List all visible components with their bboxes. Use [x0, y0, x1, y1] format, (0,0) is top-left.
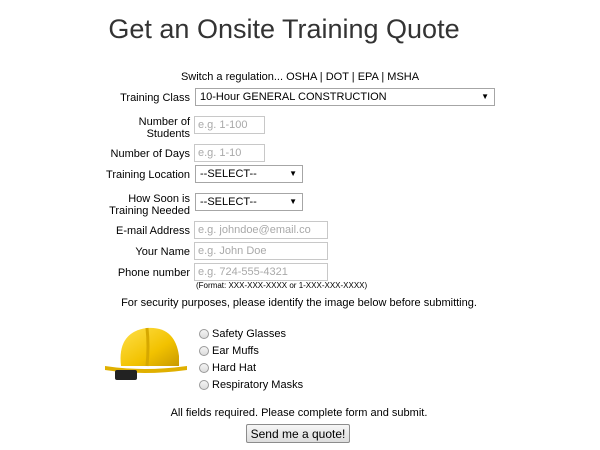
option-hard-hat[interactable]: Hard Hat — [199, 362, 256, 374]
training-class-label: Training Class — [120, 92, 190, 104]
how-soon-select[interactable]: --SELECT-- ▼ — [195, 193, 303, 211]
email-label: E-mail Address — [116, 225, 190, 237]
separator: | — [319, 71, 323, 83]
separator: | — [351, 71, 355, 83]
dropdown-arrow-icon: ▼ — [481, 92, 489, 101]
option-safety-glasses[interactable]: Safety Glasses — [199, 328, 286, 340]
radio-button[interactable] — [199, 380, 209, 390]
location-label: Training Location — [106, 169, 190, 181]
page-title: Get an Onsite Training Quote — [108, 14, 460, 44]
phone-label: Phone number — [117, 267, 190, 279]
link-dot[interactable]: DOT — [326, 71, 349, 83]
how-soon-label: How Soon is Training Needed — [109, 193, 190, 217]
name-label: Your Name — [135, 246, 190, 258]
dropdown-arrow-icon: ▼ — [289, 197, 297, 206]
hard-hat-icon — [105, 327, 187, 380]
radio-button[interactable] — [199, 363, 209, 373]
location-value: --SELECT-- — [200, 168, 257, 180]
switch-prefix: Switch a regulation... — [180, 71, 284, 83]
separator: | — [381, 71, 385, 83]
num-students-input[interactable] — [194, 116, 265, 134]
training-class-select[interactable]: 10-Hour GENERAL CONSTRUCTION ▼ — [195, 88, 495, 106]
link-osha[interactable]: OSHA — [286, 71, 317, 83]
phone-format-hint: (Format: XXX-XXX-XXXX or 1-XXX-XXX-XXXX) — [196, 281, 368, 290]
location-select[interactable]: --SELECT-- ▼ — [195, 165, 303, 183]
option-ear-muffs[interactable]: Ear Muffs — [199, 345, 259, 357]
regulation-switcher: Switch a regulation... OSHA | DOT | EPA … — [0, 71, 600, 83]
phone-field[interactable] — [194, 263, 328, 281]
link-msha[interactable]: MSHA — [387, 71, 419, 83]
training-class-value: 10-Hour GENERAL CONSTRUCTION — [200, 91, 387, 103]
option-respiratory-masks[interactable]: Respiratory Masks — [199, 379, 303, 391]
num-days-input[interactable] — [194, 144, 265, 162]
how-soon-value: --SELECT-- — [200, 196, 257, 208]
radio-button[interactable] — [199, 346, 209, 356]
radio-button[interactable] — [199, 329, 209, 339]
required-notice: All fields required. Please complete for… — [170, 407, 428, 419]
security-instructions: For security purposes, please identify t… — [121, 297, 477, 309]
name-field[interactable] — [194, 242, 328, 260]
email-field[interactable] — [194, 221, 328, 239]
send-quote-button[interactable]: Send me a quote! — [246, 424, 350, 443]
dropdown-arrow-icon: ▼ — [289, 169, 297, 178]
num-students-label: Number of Students — [138, 116, 190, 140]
num-days-label: Number of Days — [110, 148, 190, 160]
link-epa[interactable]: EPA — [358, 71, 379, 83]
